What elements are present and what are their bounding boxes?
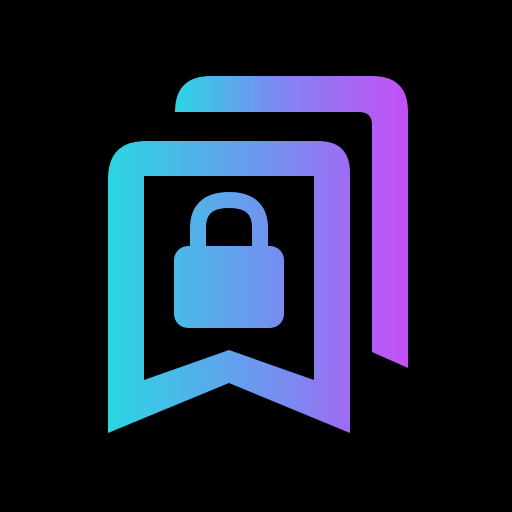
lock-body	[174, 246, 284, 328]
locked-bookmarks-app-icon	[0, 0, 512, 512]
